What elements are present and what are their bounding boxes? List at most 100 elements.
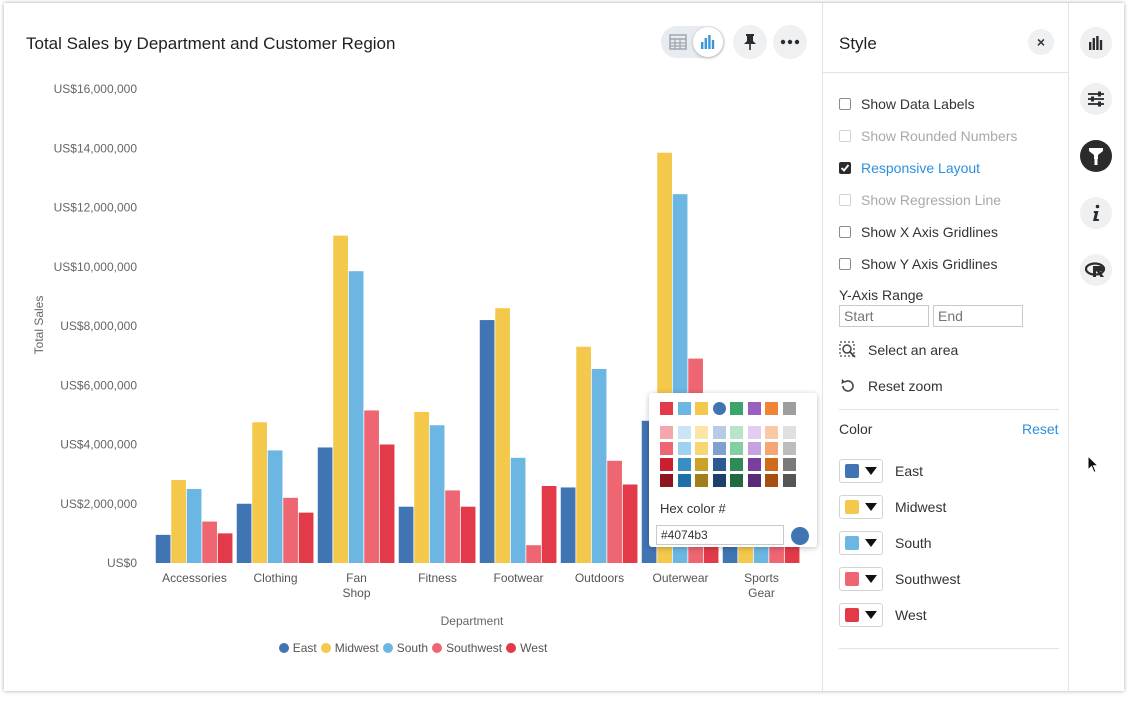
color-swatch[interactable] xyxy=(660,426,673,439)
bar-midwest-fan-shop[interactable] xyxy=(333,235,348,564)
close-button[interactable]: × xyxy=(1028,29,1054,55)
color-swatch[interactable] xyxy=(765,458,778,471)
color-swatch[interactable] xyxy=(660,474,673,487)
legend-item[interactable]: Southwest xyxy=(432,641,502,655)
color-swatch[interactable] xyxy=(765,474,778,487)
color-swatch[interactable] xyxy=(747,442,761,455)
legend-item[interactable]: East xyxy=(278,641,317,655)
color-swatch[interactable] xyxy=(765,442,778,455)
configure-button[interactable] xyxy=(1080,83,1112,115)
legend-item[interactable]: West xyxy=(506,641,547,655)
color-swatch[interactable] xyxy=(730,402,743,415)
color-swatch[interactable] xyxy=(712,458,726,471)
bar-midwest-clothing[interactable] xyxy=(252,422,267,563)
color-swatch[interactable] xyxy=(695,442,708,455)
y-axis-start-input[interactable] xyxy=(839,305,929,327)
color-swatch[interactable] xyxy=(712,402,726,415)
color-swatch[interactable] xyxy=(695,426,708,439)
color-swatch[interactable] xyxy=(730,474,743,487)
bar-southwest-clothing[interactable] xyxy=(283,497,298,563)
checkbox-show-x-axis-gridlines[interactable]: Show X Axis Gridlines xyxy=(839,224,998,240)
color-dropdown-button[interactable] xyxy=(839,531,883,555)
chart-type-button[interactable] xyxy=(1080,27,1112,59)
bar-midwest-outdoors[interactable] xyxy=(576,346,591,563)
bar-south-fitness[interactable] xyxy=(429,425,445,563)
color-swatch[interactable] xyxy=(660,458,673,471)
bar-west-outdoors[interactable] xyxy=(622,484,638,563)
y-axis-end-input[interactable] xyxy=(933,305,1023,327)
bar-south-clothing[interactable] xyxy=(267,450,283,563)
color-swatch[interactable] xyxy=(730,458,743,471)
color-swatch[interactable] xyxy=(747,402,761,415)
color-swatch[interactable] xyxy=(677,458,691,471)
bar-east-clothing[interactable] xyxy=(236,503,252,563)
bar-south-fan-shop[interactable] xyxy=(348,271,364,563)
bar-east-outdoors[interactable] xyxy=(560,487,576,563)
bar-east-fitness[interactable] xyxy=(398,506,414,563)
color-swatch[interactable] xyxy=(782,458,796,471)
color-swatch[interactable] xyxy=(730,426,743,439)
color-dropdown-button[interactable] xyxy=(839,567,883,591)
bar-east-accessories[interactable] xyxy=(155,534,171,563)
reset-zoom-button[interactable]: Reset zoom xyxy=(839,377,943,395)
color-swatch[interactable] xyxy=(782,426,796,439)
legend-item[interactable]: Midwest xyxy=(320,641,379,655)
color-swatch[interactable] xyxy=(747,426,761,439)
color-swatch[interactable] xyxy=(782,402,796,415)
color-swatch[interactable] xyxy=(765,402,778,415)
bar-south-accessories[interactable] xyxy=(186,488,202,563)
reset-colors-link[interactable]: Reset xyxy=(1022,421,1059,437)
checkbox-responsive-layout[interactable]: Responsive Layout xyxy=(839,160,980,176)
bar-southwest-fitness[interactable] xyxy=(445,490,460,563)
bar-southwest-accessories[interactable] xyxy=(202,521,217,563)
bar-southwest-fan-shop[interactable] xyxy=(364,410,379,563)
color-swatch[interactable] xyxy=(677,474,691,487)
bar-south-outdoors[interactable] xyxy=(591,368,607,563)
color-dropdown-button[interactable] xyxy=(839,459,883,483)
bar-midwest-fitness[interactable] xyxy=(414,411,429,563)
color-swatch[interactable] xyxy=(712,442,726,455)
color-swatch[interactable] xyxy=(660,442,673,455)
color-swatch[interactable] xyxy=(712,426,726,439)
color-swatch[interactable] xyxy=(677,402,691,415)
color-swatch[interactable] xyxy=(747,474,761,487)
color-swatch[interactable] xyxy=(677,426,691,439)
color-swatch[interactable] xyxy=(782,442,796,455)
bar-southwest-footwear[interactable] xyxy=(526,545,541,563)
bar-east-fan-shop[interactable] xyxy=(317,447,333,563)
bar-south-footwear[interactable] xyxy=(510,457,526,563)
bar-west-clothing[interactable] xyxy=(298,512,314,563)
r-analysis-button[interactable] xyxy=(1080,254,1112,286)
color-swatch[interactable] xyxy=(695,474,708,487)
color-swatch[interactable] xyxy=(765,426,778,439)
color-swatch[interactable] xyxy=(695,402,708,415)
legend-item[interactable]: South xyxy=(382,641,428,655)
checkbox-show-y-axis-gridlines[interactable]: Show Y Axis Gridlines xyxy=(839,256,997,272)
bar-west-fitness[interactable] xyxy=(460,506,476,563)
color-swatch[interactable] xyxy=(782,474,796,487)
bar-west-footwear[interactable] xyxy=(541,485,557,563)
bar-east-footwear[interactable] xyxy=(479,320,495,563)
select-area-button[interactable]: Select an area xyxy=(839,341,958,359)
color-swatch[interactable] xyxy=(660,402,673,415)
hex-color-input[interactable] xyxy=(656,525,784,545)
bar-midwest-accessories[interactable] xyxy=(171,480,186,563)
checkbox-box[interactable] xyxy=(839,258,851,270)
color-swatch[interactable] xyxy=(712,474,726,487)
checkbox-box[interactable] xyxy=(839,226,851,238)
style-button[interactable] xyxy=(1080,140,1112,172)
color-swatch[interactable] xyxy=(695,458,708,471)
color-dropdown-button[interactable] xyxy=(839,495,883,519)
checkbox-box[interactable] xyxy=(839,98,851,110)
checkbox-box[interactable] xyxy=(839,162,851,174)
color-swatch[interactable] xyxy=(677,442,691,455)
color-swatch[interactable] xyxy=(730,442,743,455)
bar-southwest-outdoors[interactable] xyxy=(607,460,622,563)
bar-midwest-footwear[interactable] xyxy=(495,308,510,563)
bar-west-fan-shop[interactable] xyxy=(379,444,395,564)
color-dropdown-button[interactable] xyxy=(839,603,883,627)
color-swatch[interactable] xyxy=(747,458,761,471)
info-button[interactable] xyxy=(1080,197,1112,229)
bar-west-accessories[interactable] xyxy=(217,533,233,563)
checkbox-show-data-labels[interactable]: Show Data Labels xyxy=(839,96,975,112)
